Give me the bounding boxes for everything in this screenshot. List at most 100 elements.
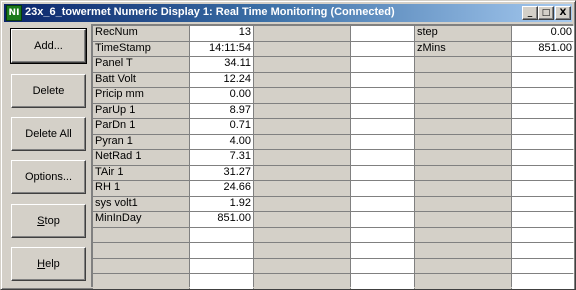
- delete-all-button[interactable]: Delete All: [11, 117, 86, 151]
- field-name-cell[interactable]: MinInDay: [93, 212, 189, 227]
- maximize-button[interactable]: □: [538, 6, 554, 20]
- close-button[interactable]: X: [555, 6, 571, 20]
- field-value-cell[interactable]: [190, 258, 253, 273]
- field-name-cell[interactable]: [93, 258, 189, 273]
- title-bar[interactable]: NI 23x_6_towermet Numeric Display 1: Rea…: [4, 4, 572, 22]
- field-name-cell[interactable]: [254, 165, 350, 180]
- field-value-cell[interactable]: [512, 227, 574, 242]
- field-name-cell[interactable]: TAir 1: [93, 165, 189, 180]
- field-value-cell[interactable]: [512, 88, 574, 103]
- field-name-cell[interactable]: Panel T: [93, 57, 189, 72]
- field-value-cell[interactable]: [512, 212, 574, 227]
- help-button[interactable]: Help: [11, 247, 86, 281]
- field-value-cell[interactable]: [512, 243, 574, 258]
- field-value-cell[interactable]: [351, 103, 414, 118]
- field-name-cell[interactable]: [415, 181, 511, 196]
- field-value-cell[interactable]: [351, 181, 414, 196]
- field-value-cell[interactable]: 851.00: [512, 41, 574, 56]
- field-value-cell[interactable]: [351, 26, 414, 41]
- field-name-cell[interactable]: [415, 103, 511, 118]
- field-name-cell[interactable]: [415, 72, 511, 87]
- field-name-cell[interactable]: TimeStamp: [93, 41, 189, 56]
- field-name-cell[interactable]: [254, 72, 350, 87]
- field-value-cell[interactable]: [512, 150, 574, 165]
- field-name-cell[interactable]: [254, 26, 350, 41]
- field-name-cell[interactable]: [415, 150, 511, 165]
- field-name-cell[interactable]: [415, 119, 511, 134]
- field-value-cell[interactable]: [351, 134, 414, 149]
- field-name-cell[interactable]: [415, 212, 511, 227]
- field-name-cell[interactable]: [254, 134, 350, 149]
- field-name-cell[interactable]: [254, 274, 350, 289]
- field-value-cell[interactable]: 1.92: [190, 196, 253, 211]
- field-value-cell[interactable]: [512, 119, 574, 134]
- field-value-cell[interactable]: [190, 274, 253, 289]
- field-name-cell[interactable]: [415, 88, 511, 103]
- field-name-cell[interactable]: [254, 57, 350, 72]
- field-value-cell[interactable]: [351, 57, 414, 72]
- field-value-cell[interactable]: 4.00: [190, 134, 253, 149]
- field-name-cell[interactable]: [254, 258, 350, 273]
- field-name-cell[interactable]: [254, 41, 350, 56]
- field-name-cell[interactable]: [415, 258, 511, 273]
- field-value-cell[interactable]: [512, 57, 574, 72]
- field-value-cell[interactable]: [351, 227, 414, 242]
- add-button[interactable]: Add...: [10, 28, 87, 64]
- field-value-cell[interactable]: [512, 134, 574, 149]
- field-value-cell[interactable]: [190, 243, 253, 258]
- field-value-cell[interactable]: [351, 165, 414, 180]
- field-name-cell[interactable]: [254, 88, 350, 103]
- field-name-cell[interactable]: [254, 103, 350, 118]
- field-name-cell[interactable]: step: [415, 26, 511, 41]
- field-name-cell[interactable]: [254, 181, 350, 196]
- field-value-cell[interactable]: [512, 72, 574, 87]
- field-value-cell[interactable]: 8.97: [190, 103, 253, 118]
- field-name-cell[interactable]: Pricip mm: [93, 88, 189, 103]
- field-value-cell[interactable]: 14:11:54: [190, 41, 253, 56]
- field-name-cell[interactable]: zMins: [415, 41, 511, 56]
- field-value-cell[interactable]: 7.31: [190, 150, 253, 165]
- options-button[interactable]: Options...: [11, 160, 86, 194]
- field-name-cell[interactable]: [415, 134, 511, 149]
- field-name-cell[interactable]: [93, 243, 189, 258]
- field-value-cell[interactable]: [351, 274, 414, 289]
- field-name-cell[interactable]: [254, 119, 350, 134]
- field-name-cell[interactable]: [254, 227, 350, 242]
- field-name-cell[interactable]: [93, 227, 189, 242]
- field-value-cell[interactable]: [351, 119, 414, 134]
- field-value-cell[interactable]: 24.66: [190, 181, 253, 196]
- field-value-cell[interactable]: [512, 181, 574, 196]
- field-name-cell[interactable]: [254, 243, 350, 258]
- field-value-cell[interactable]: [351, 41, 414, 56]
- field-value-cell[interactable]: [351, 88, 414, 103]
- field-name-cell[interactable]: [93, 274, 189, 289]
- field-value-cell[interactable]: 31.27: [190, 165, 253, 180]
- delete-button[interactable]: Delete: [11, 74, 86, 108]
- field-name-cell[interactable]: NetRad 1: [93, 150, 189, 165]
- field-name-cell[interactable]: ParDn 1: [93, 119, 189, 134]
- field-name-cell[interactable]: [415, 243, 511, 258]
- field-value-cell[interactable]: [190, 227, 253, 242]
- field-value-cell[interactable]: [351, 72, 414, 87]
- field-name-cell[interactable]: [254, 150, 350, 165]
- field-name-cell[interactable]: [415, 196, 511, 211]
- field-value-cell[interactable]: [512, 196, 574, 211]
- field-value-cell[interactable]: [351, 196, 414, 211]
- field-name-cell[interactable]: RH 1: [93, 181, 189, 196]
- field-name-cell[interactable]: ParUp 1: [93, 103, 189, 118]
- minimize-button[interactable]: _: [522, 6, 538, 20]
- field-value-cell[interactable]: [351, 212, 414, 227]
- field-name-cell[interactable]: [415, 227, 511, 242]
- field-name-cell[interactable]: RecNum: [93, 26, 189, 41]
- field-name-cell[interactable]: sys volt1: [93, 196, 189, 211]
- field-value-cell[interactable]: [351, 243, 414, 258]
- field-name-cell[interactable]: [254, 196, 350, 211]
- field-name-cell[interactable]: [415, 165, 511, 180]
- field-value-cell[interactable]: [351, 258, 414, 273]
- field-value-cell[interactable]: 0.71: [190, 119, 253, 134]
- field-value-cell[interactable]: [512, 103, 574, 118]
- field-value-cell[interactable]: 0.00: [512, 26, 574, 41]
- field-name-cell[interactable]: Pyran 1: [93, 134, 189, 149]
- field-value-cell[interactable]: [512, 258, 574, 273]
- field-value-cell[interactable]: 12.24: [190, 72, 253, 87]
